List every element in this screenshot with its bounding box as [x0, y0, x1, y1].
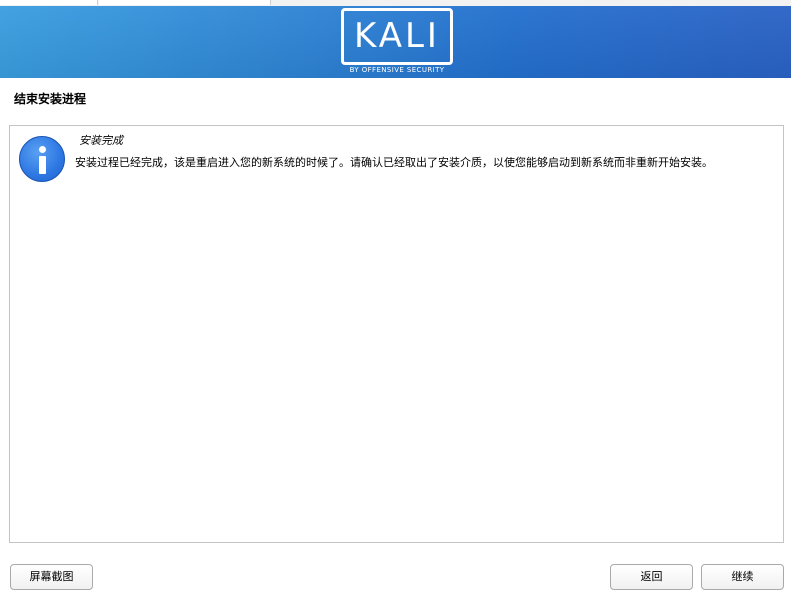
page-title: 结束安装进程 [14, 92, 87, 106]
info-icon-bar [39, 156, 46, 174]
screenshot-button[interactable]: 屏幕截图 [10, 564, 93, 590]
message-title: 安装完成 [79, 134, 123, 147]
kali-logo-subtitle: BY OFFENSIVE SECURITY [349, 66, 445, 74]
kali-header-banner: KALI BY OFFENSIVE SECURITY [0, 0, 791, 78]
window-tab-strip-segment [0, 0, 98, 5]
window-tab-strip-segment [99, 0, 271, 5]
message-body: 安装过程已经完成，该是重启进入您的新系统的时候了。请确认已经取出了安装介质，以使… [75, 156, 713, 169]
info-icon-dot [39, 146, 46, 153]
info-icon [19, 136, 65, 182]
kali-logo-text: KALI [354, 16, 440, 56]
window-top-edge [0, 0, 791, 6]
continue-button[interactable]: 继续 [701, 564, 784, 590]
message-panel: 安装完成 安装过程已经完成，该是重启进入您的新系统的时候了。请确认已经取出了安装… [9, 125, 784, 543]
back-button[interactable]: 返回 [610, 564, 693, 590]
